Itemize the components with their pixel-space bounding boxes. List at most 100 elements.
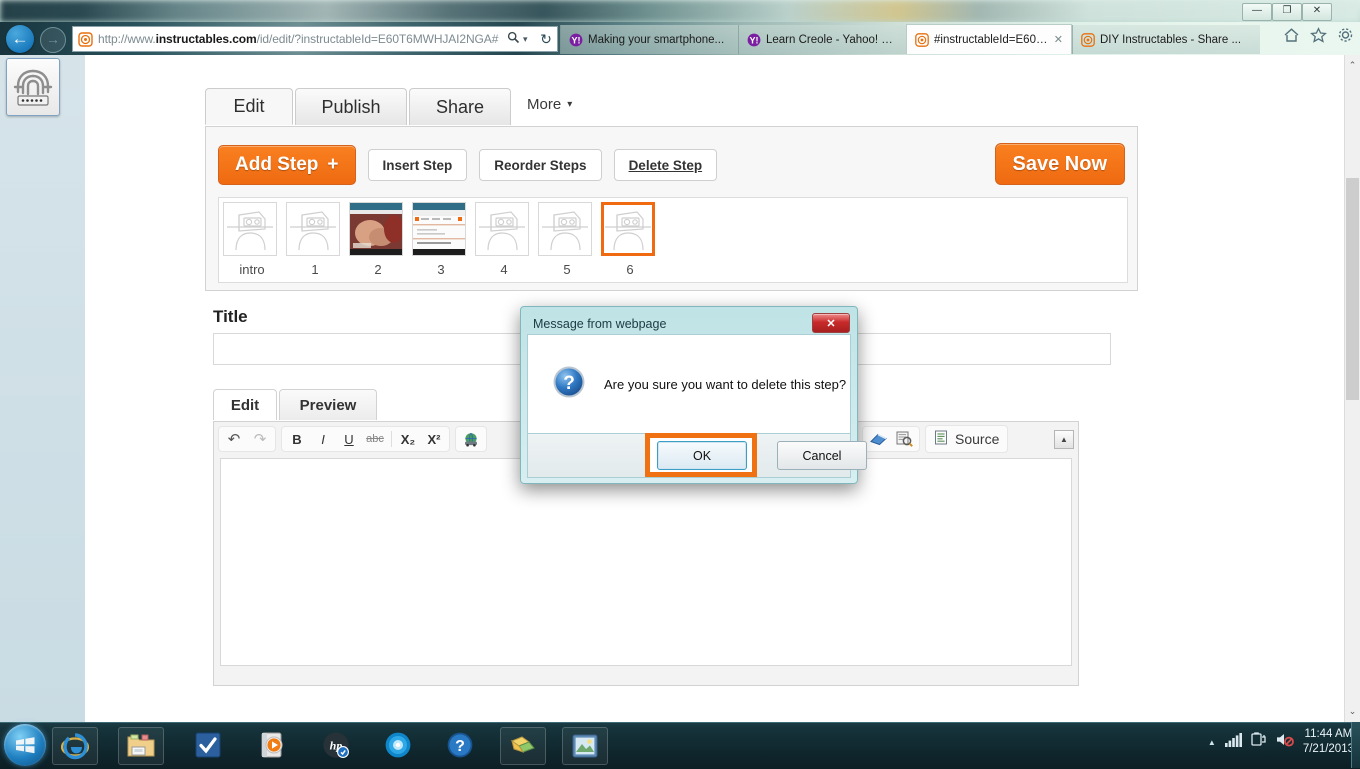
address-bar[interactable]: http://www.instructables.com/id/edit/?in… xyxy=(72,26,558,52)
window-close-button[interactable]: ✕ xyxy=(1302,3,1332,21)
browser-command-icons xyxy=(1283,27,1354,48)
window-minimize-button[interactable]: — xyxy=(1242,3,1272,21)
step-thumbnail-3[interactable]: 3 xyxy=(412,202,470,277)
system-tray: ▲ 11:44 AM 7/21/2013 xyxy=(1208,727,1354,757)
cleanup-group xyxy=(862,426,920,452)
chevron-down-icon: ▾ xyxy=(567,99,573,110)
scroll-down-button[interactable]: ⌄ xyxy=(1345,703,1360,720)
help-question-icon[interactable]: ? xyxy=(438,727,482,763)
step-thumbnail-6[interactable]: 6 xyxy=(601,202,659,277)
cancel-button[interactable]: Cancel xyxy=(777,441,867,470)
show-desktop-button[interactable] xyxy=(1351,722,1360,768)
chevron-down-icon[interactable]: ▾ xyxy=(523,34,535,45)
title-label: Title xyxy=(213,307,248,326)
find-replace-icon[interactable] xyxy=(892,428,916,450)
step-actions: Add Step + Insert Step Reorder Steps Del… xyxy=(218,145,718,185)
dialog-message: Are you sure you want to delete this ste… xyxy=(604,376,847,392)
step-thumbnail-1[interactable]: 1 xyxy=(286,202,344,277)
folders-icon[interactable] xyxy=(500,727,546,765)
add-step-button[interactable]: Add Step + xyxy=(218,145,356,185)
browser-tab-1[interactable]: Y! Making your smartphone... xyxy=(560,25,738,54)
step-thumbnail-5[interactable]: 5 xyxy=(538,202,596,277)
step-thumbnail-intro[interactable]: intro xyxy=(223,202,281,277)
format-group: B I U abc X₂ X² xyxy=(281,426,450,452)
subscript-icon[interactable]: X₂ xyxy=(396,428,420,450)
checkmark-app-icon[interactable] xyxy=(186,727,230,763)
photo-viewer-icon[interactable] xyxy=(562,727,608,765)
favorites-star-icon[interactable] xyxy=(1310,27,1327,48)
remove-format-icon[interactable] xyxy=(866,428,890,450)
tab-body-preview[interactable]: Preview xyxy=(279,389,377,420)
robot-placeholder[interactable] xyxy=(475,202,529,256)
home-icon[interactable] xyxy=(1283,27,1300,48)
photo-hands[interactable] xyxy=(349,202,403,256)
robot-placeholder[interactable] xyxy=(538,202,592,256)
page-left-gutter xyxy=(0,55,85,722)
url-path: /id/edit/?instructableId=E60T6MWHJAI2NGA… xyxy=(256,32,499,46)
italic-icon[interactable]: I xyxy=(311,428,335,450)
tab-edit[interactable]: Edit xyxy=(205,88,293,125)
editor-tabs: Edit Publish Share More ▾ xyxy=(205,88,1140,126)
source-button[interactable]: Source xyxy=(925,425,1009,453)
rich-text-body[interactable] xyxy=(220,458,1072,666)
more-menu[interactable]: More ▾ xyxy=(527,96,572,113)
reorder-steps-button[interactable]: Reorder Steps xyxy=(479,149,602,181)
robot-placeholder[interactable] xyxy=(223,202,277,256)
scrollbar-thumb[interactable] xyxy=(1346,178,1359,400)
hp-support-icon[interactable]: hp xyxy=(314,727,358,763)
internet-explorer-icon[interactable] xyxy=(52,727,98,765)
show-hidden-icons-button[interactable]: ▲ xyxy=(1208,738,1216,747)
link-globe-icon[interactable] xyxy=(459,428,483,450)
windows-start-button[interactable] xyxy=(4,724,46,766)
robot-placeholder[interactable] xyxy=(286,202,340,256)
browser-tab-2[interactable]: Y! Learn Creole - Yahoo! Sea... xyxy=(738,25,906,54)
delete-step-label: Delete Step xyxy=(628,157,703,173)
delete-step-button[interactable]: Delete Step xyxy=(613,149,718,181)
clock-date: 7/21/2013 xyxy=(1302,743,1354,755)
file-explorer-icon[interactable] xyxy=(118,727,164,765)
photo-webpage[interactable] xyxy=(412,202,466,256)
toolbar-divider xyxy=(391,431,392,447)
media-player-icon[interactable] xyxy=(250,727,294,763)
search-icon[interactable] xyxy=(503,31,523,47)
save-now-label: Save Now xyxy=(1012,152,1107,175)
signal-bars-icon[interactable] xyxy=(1224,732,1242,752)
refresh-icon[interactable]: ↻ xyxy=(535,31,557,48)
battery-plug-icon[interactable] xyxy=(1251,732,1267,752)
clock[interactable]: 11:44 AM 7/21/2013 xyxy=(1303,727,1354,757)
question-mark-icon: ? xyxy=(552,365,586,404)
clock-time: 11:44 AM xyxy=(1304,728,1353,740)
collapse-toolbar-button[interactable]: ▲ xyxy=(1054,430,1074,449)
step-thumbnail-label: intro xyxy=(239,262,265,277)
browser-tab-4[interactable]: DIY Instructables - Share ... xyxy=(1072,25,1260,54)
dialog-close-button[interactable]: ✕ xyxy=(812,313,850,333)
step-thumbnail-4[interactable]: 4 xyxy=(475,202,533,277)
step-thumbnail-2[interactable]: 2 xyxy=(349,202,407,277)
redo-icon[interactable]: ↷ xyxy=(248,428,272,450)
history-group: ↶ ↷ xyxy=(218,426,276,452)
robot-placeholder[interactable] xyxy=(601,202,655,256)
underline-icon[interactable]: U xyxy=(337,428,361,450)
tools-gear-icon[interactable] xyxy=(1337,27,1354,48)
superscript-icon[interactable]: X² xyxy=(422,428,446,450)
forward-button[interactable]: → xyxy=(40,27,66,53)
volume-muted-icon[interactable] xyxy=(1276,732,1294,752)
step-thumbnail-label: 2 xyxy=(374,262,382,277)
back-button[interactable]: ← xyxy=(6,25,34,53)
close-icon[interactable]: ✕ xyxy=(1054,33,1063,46)
blue-globe-icon[interactable] xyxy=(376,727,420,763)
save-now-button[interactable]: Save Now xyxy=(994,143,1125,185)
bold-icon[interactable]: B xyxy=(285,428,309,450)
window-maximize-button[interactable]: ❐ xyxy=(1272,3,1302,21)
undo-icon[interactable]: ↶ xyxy=(222,428,246,450)
strikethrough-icon[interactable]: abc xyxy=(363,428,387,450)
tab-publish[interactable]: Publish xyxy=(295,88,407,125)
tab-body-edit[interactable]: Edit xyxy=(213,389,277,420)
fingerprint-password-icon[interactable] xyxy=(6,58,60,116)
window-title-strip-blur xyxy=(0,0,1360,22)
browser-tab-3-active[interactable]: #instructableId=E60T6... ✕ xyxy=(906,24,1072,54)
insert-step-button[interactable]: Insert Step xyxy=(367,149,468,181)
scroll-up-button[interactable]: ⌃ xyxy=(1345,57,1360,74)
ok-button[interactable]: OK xyxy=(657,441,747,470)
tab-share[interactable]: Share xyxy=(409,88,511,125)
